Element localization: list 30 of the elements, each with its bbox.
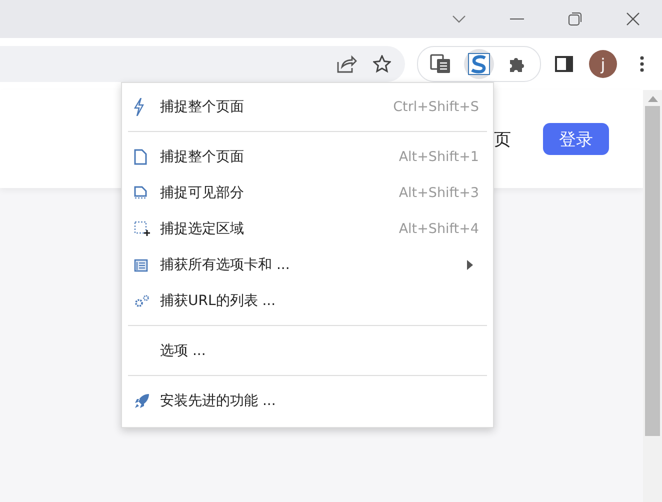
menu-item[interactable]: 捕捉整个页面 Ctrl+Shift+S (122, 89, 493, 125)
menu-item[interactable]: 捕获URL的列表 ... (122, 283, 493, 319)
shortcut-text: Alt+Shift+1 (398, 149, 479, 165)
scrollbar[interactable] (643, 90, 662, 502)
close-icon[interactable] (626, 12, 640, 26)
selection-icon (134, 221, 150, 237)
menu-item[interactable]: 捕捉整个页面 Alt+Shift+1 (122, 139, 493, 175)
gears-icon (134, 294, 150, 308)
shortcut-text: Alt+Shift+4 (398, 221, 479, 237)
page-icon (134, 186, 147, 200)
rocket-icon (134, 393, 150, 409)
minimize-icon[interactable] (510, 18, 524, 20)
profile-avatar[interactable]: j (589, 50, 617, 78)
menu-item[interactable]: 选项 ... (122, 333, 493, 369)
nav-link[interactable]: 页 (494, 128, 511, 150)
menu-item[interactable]: 安装先进的功能 ... (122, 383, 493, 419)
window-icon (134, 258, 148, 272)
restore-icon[interactable] (568, 12, 582, 26)
login-button[interactable]: 登录 (543, 123, 609, 155)
star-icon[interactable] (373, 55, 391, 73)
menu-item[interactable]: 捕获所有选项卡和 ... (122, 247, 493, 283)
page-icon (134, 149, 147, 165)
shortcut-text: Ctrl+Shift+S (393, 99, 479, 115)
lightning-icon (134, 98, 144, 116)
shortcut-text: Alt+Shift+3 (398, 185, 479, 201)
menu-item[interactable]: 捕捉选定区域 Alt+Shift+4 (122, 211, 493, 247)
share-icon[interactable] (337, 55, 357, 73)
screenshot-extension-icon[interactable] (464, 49, 494, 79)
chevron-down-icon[interactable] (452, 15, 466, 23)
menu-item[interactable]: 捕捉可见部分 Alt+Shift+3 (122, 175, 493, 211)
